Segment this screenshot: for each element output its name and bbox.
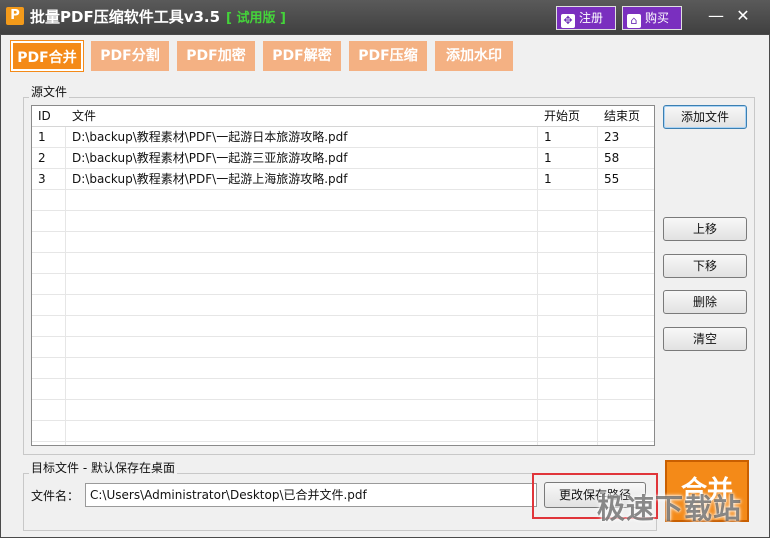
- save-path-input[interactable]: C:\Users\Administrator\Desktop\已合并文件.pdf: [85, 483, 537, 507]
- empty-row: [32, 421, 654, 442]
- row-end-page: 23: [604, 130, 620, 144]
- row-end-page: 58: [604, 151, 620, 165]
- table-row[interactable]: 1 D:\backup\教程素材\PDF\一起游日本旅游攻略.pdf 1 23: [32, 127, 654, 148]
- row-file-path: D:\backup\教程素材\PDF\一起游三亚旅游攻略.pdf: [72, 151, 348, 165]
- cart-icon: ⌂: [627, 14, 641, 28]
- minimize-button[interactable]: —: [706, 6, 726, 26]
- column-header-id[interactable]: ID: [32, 106, 66, 127]
- app-title-text: 批量PDF压缩软件工具v3.5: [30, 8, 221, 26]
- row-id: 1: [38, 130, 46, 144]
- row-id: 3: [38, 172, 46, 186]
- row-file-path: D:\backup\教程素材\PDF\一起游日本旅游攻略.pdf: [72, 130, 348, 144]
- app-logo-icon: P: [6, 7, 24, 25]
- empty-row: [32, 358, 654, 379]
- empty-row: [32, 211, 654, 232]
- buy-button[interactable]: ⌂ 购买: [622, 6, 682, 30]
- buy-label: 购买: [645, 11, 670, 25]
- row-end-page: 55: [604, 172, 620, 186]
- column-header-start-page[interactable]: 开始页: [538, 106, 598, 127]
- tab-pdf-split[interactable]: PDF分割: [91, 41, 169, 71]
- empty-row: [32, 190, 654, 211]
- clear-button[interactable]: 清空: [663, 327, 747, 351]
- trial-badge: [ 试用版 ]: [226, 11, 286, 26]
- table-header: ID 文件 开始页 结束页: [32, 106, 654, 127]
- title-bar: P 批量PDF压缩软件工具v3.5 [ 试用版 ] ✥ 注册 ⌂ 购买 — ✕: [0, 0, 770, 34]
- target-file-label: 目标文件 - 默认保存在桌面: [29, 459, 177, 476]
- tab-pdf-compress[interactable]: PDF压缩: [349, 41, 427, 71]
- main-content: PDF合并 PDF分割 PDF加密 PDF解密 PDF压缩 添加水印 源文件 I…: [0, 34, 770, 538]
- row-id: 2: [38, 151, 46, 165]
- empty-row: [32, 337, 654, 358]
- close-button[interactable]: ✕: [733, 6, 753, 26]
- tab-pdf-encrypt[interactable]: PDF加密: [177, 41, 255, 71]
- table-row[interactable]: 3 D:\backup\教程素材\PDF\一起游上海旅游攻略.pdf 1 55: [32, 169, 654, 190]
- empty-row: [32, 295, 654, 316]
- empty-row: [32, 274, 654, 295]
- empty-row: [32, 232, 654, 253]
- empty-row: [32, 253, 654, 274]
- row-file-path: D:\backup\教程素材\PDF\一起游上海旅游攻略.pdf: [72, 172, 348, 186]
- window-title: 批量PDF压缩软件工具v3.5 [ 试用版 ]: [30, 6, 286, 27]
- register-label: 注册: [579, 11, 604, 25]
- row-start-page: 1: [544, 151, 552, 165]
- empty-row: [32, 400, 654, 421]
- source-files-label: 源文件: [29, 83, 70, 100]
- row-start-page: 1: [544, 172, 552, 186]
- filename-label: 文件名：: [31, 489, 80, 503]
- delete-button[interactable]: 删除: [663, 290, 747, 314]
- column-header-file[interactable]: 文件: [66, 106, 538, 127]
- row-start-page: 1: [544, 130, 552, 144]
- move-up-button[interactable]: 上移: [663, 217, 747, 241]
- register-icon: ✥: [561, 14, 575, 28]
- tab-pdf-merge[interactable]: PDF合并: [10, 40, 84, 72]
- tab-pdf-decrypt[interactable]: PDF解密: [263, 41, 341, 71]
- empty-row: [32, 379, 654, 400]
- empty-row: [32, 316, 654, 337]
- file-table[interactable]: ID 文件 开始页 结束页 1 D:\backup\教程素材\PDF\一起游日本…: [31, 105, 655, 446]
- tab-add-watermark[interactable]: 添加水印: [435, 41, 513, 71]
- table-row[interactable]: 2 D:\backup\教程素材\PDF\一起游三亚旅游攻略.pdf 1 58: [32, 148, 654, 169]
- register-button[interactable]: ✥ 注册: [556, 6, 616, 30]
- column-header-end-page[interactable]: 结束页: [598, 106, 654, 127]
- site-watermark: 极速下载站: [597, 492, 743, 525]
- move-down-button[interactable]: 下移: [663, 254, 747, 278]
- add-file-button[interactable]: 添加文件: [663, 105, 747, 129]
